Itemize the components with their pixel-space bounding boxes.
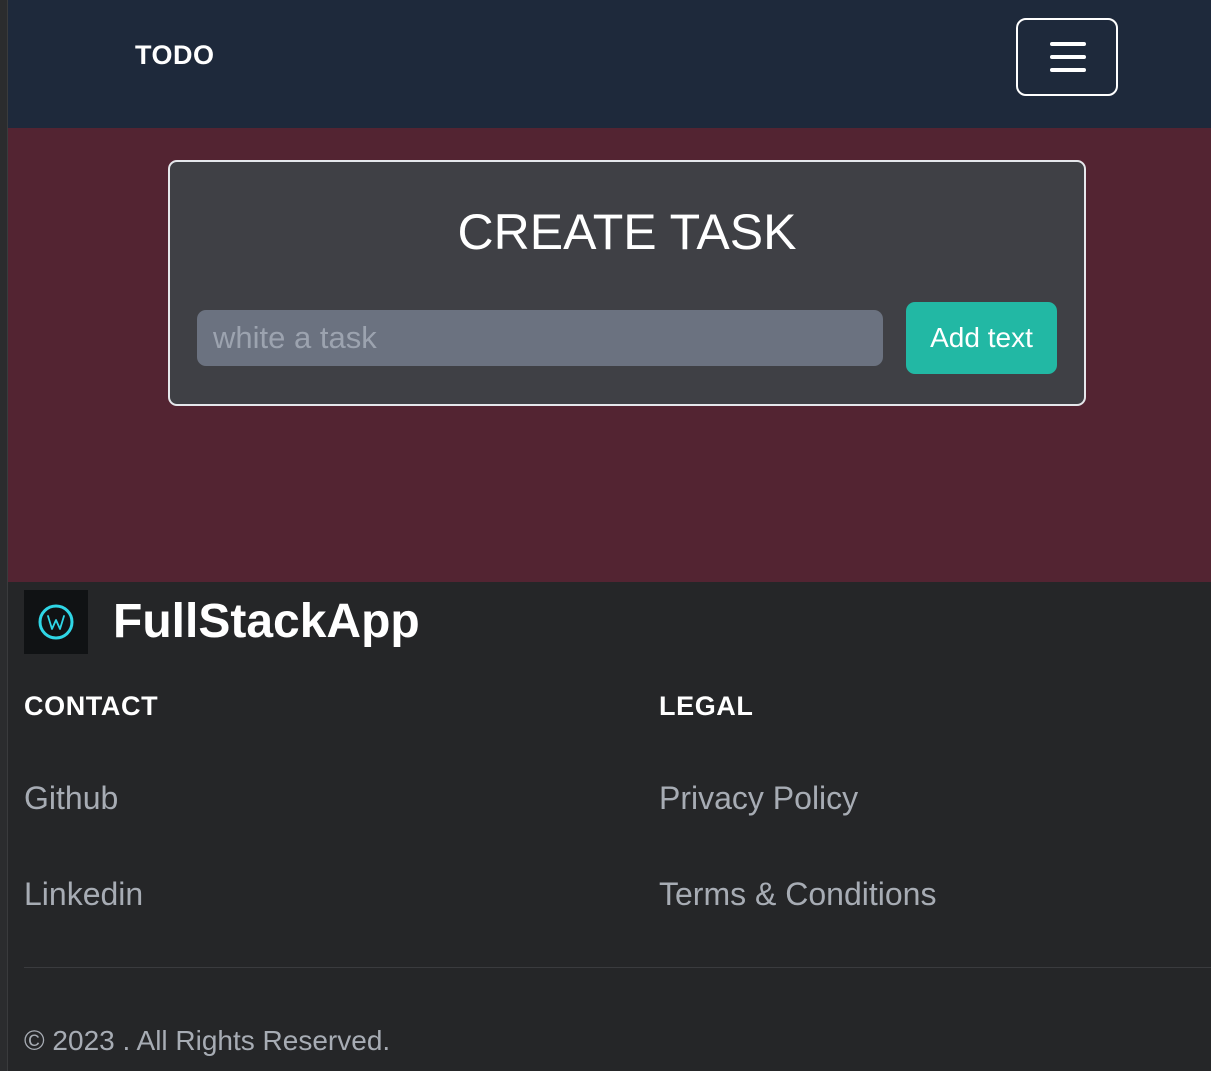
footer-logo[interactable]: [24, 590, 88, 654]
add-task-button[interactable]: Add text: [906, 302, 1057, 374]
footer-divider: [24, 967, 1211, 968]
github-link[interactable]: Github: [24, 779, 118, 817]
footer: FullStackApp CONTACT Github Linkedin LEG…: [8, 582, 1211, 1071]
copyright-symbol: ©: [24, 1025, 45, 1056]
footer-brand: FullStackApp: [113, 595, 420, 648]
navbar-brand[interactable]: TODO: [135, 40, 215, 71]
linkedin-link[interactable]: Linkedin: [24, 875, 143, 913]
copyright: © 2023 . All Rights Reserved.: [24, 1024, 390, 1058]
legal-heading: LEGAL: [659, 691, 754, 721]
privacy-policy-link[interactable]: Privacy Policy: [659, 779, 858, 817]
copyright-year: 2023: [52, 1025, 115, 1056]
create-task-card: CREATE TASK Add text: [168, 160, 1086, 406]
terms-conditions-link[interactable]: Terms & Conditions: [659, 875, 936, 913]
task-input[interactable]: [197, 310, 883, 366]
hamburger-menu-icon: [1050, 42, 1086, 72]
app-root: TODO CREATE TASK Add text FullStackApp C…: [0, 0, 1211, 1071]
menu-toggle-button[interactable]: [1016, 18, 1118, 96]
navbar: TODO: [8, 0, 1211, 128]
main-content: CREATE TASK Add text: [8, 128, 1211, 582]
window-left-edge: [0, 0, 8, 1071]
contact-heading: CONTACT: [24, 691, 159, 721]
copyright-text: . All Rights Reserved.: [122, 1025, 391, 1056]
create-task-title: CREATE TASK: [457, 204, 797, 260]
w-circle-logo-icon: [38, 604, 74, 640]
